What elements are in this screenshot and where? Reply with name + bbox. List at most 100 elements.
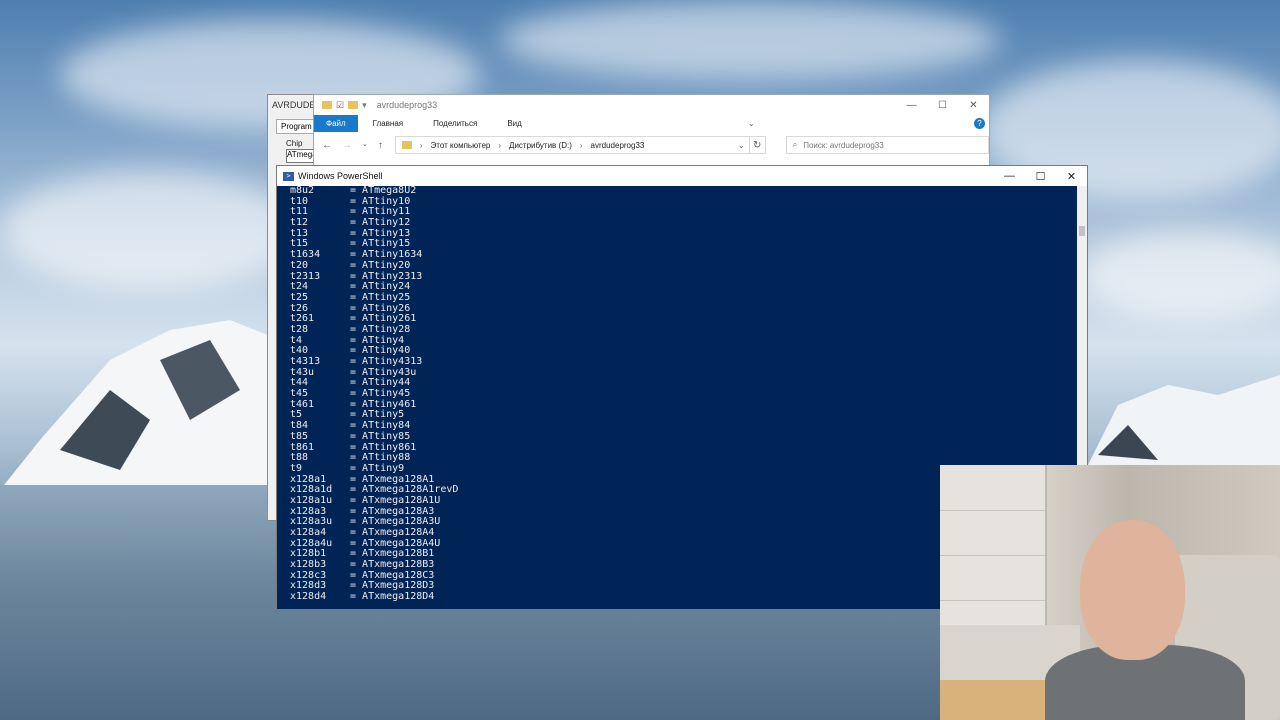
part-name: ATtiny15 (362, 238, 411, 250)
equals-sign: = (350, 516, 363, 528)
properties-icon[interactable]: ☑ (336, 100, 344, 111)
tab-file[interactable]: Файл (314, 115, 358, 132)
equals-sign: = (350, 249, 363, 261)
part-code: t20 (290, 259, 309, 271)
scrollbar-thumb[interactable] (1079, 226, 1085, 236)
maximize-button[interactable]: ☐ (927, 100, 958, 111)
equals-sign: = (350, 366, 363, 378)
equals-sign: = (350, 548, 363, 560)
refresh-button[interactable]: ↻ (749, 136, 766, 154)
equals-sign: = (350, 195, 363, 207)
part-name: ATtiny28 (362, 323, 411, 335)
part-name: ATtiny25 (362, 291, 411, 303)
equals-sign: = (350, 580, 363, 592)
cloud (0, 170, 300, 290)
part-name: ATtiny24 (362, 281, 411, 293)
part-name: ATtiny11 (362, 206, 411, 218)
equals-sign: = (350, 388, 363, 400)
part-name: ATxmega128A3 (362, 505, 435, 517)
part-name: ATtiny2313 (362, 270, 423, 282)
tab-view[interactable]: Вид (492, 119, 536, 128)
equals-sign: = (350, 452, 363, 464)
equals-sign: = (350, 238, 363, 250)
nav-buttons: ← → ⌄ ↑ (314, 140, 383, 151)
part-name: ATxmega128A1revD (362, 484, 459, 496)
close-button[interactable]: ✕ (1056, 170, 1087, 183)
part-code: t25 (290, 291, 309, 303)
tab-home[interactable]: Главная (358, 119, 418, 128)
part-name: ATmega8U2 (362, 185, 417, 196)
equals-sign: = (350, 494, 363, 506)
close-button[interactable]: ✕ (958, 100, 989, 111)
console-line: x128d4 = ATxmega128D4 (290, 591, 458, 603)
powershell-title: Windows PowerShell (298, 171, 383, 181)
part-name: ATxmega128A1U (362, 494, 441, 506)
equals-sign: = (350, 227, 363, 239)
part-name: ATtiny20 (362, 259, 411, 271)
help-icon[interactable]: ? (974, 118, 985, 129)
expand-ribbon-icon[interactable]: ⌄ (748, 119, 755, 128)
folder-icon (322, 101, 332, 109)
equals-sign: = (350, 484, 363, 496)
part-name: ATtiny45 (362, 388, 411, 400)
part-name: ATxmega128C3 (362, 569, 435, 581)
up-arrow-icon[interactable]: ↑ (378, 140, 383, 151)
minimize-button[interactable]: — (994, 170, 1025, 183)
snow-mountain-right (1088, 375, 1280, 465)
part-name: ATtiny85 (362, 430, 411, 442)
part-name: ATtiny43u (362, 366, 417, 378)
part-name: ATxmega128D4 (362, 591, 435, 603)
customize-dropdown-icon[interactable]: ▾ (362, 100, 367, 111)
part-name: ATtiny861 (362, 441, 417, 453)
equals-sign: = (350, 217, 363, 229)
equals-sign: = (350, 441, 363, 453)
powershell-icon: > (283, 171, 294, 181)
part-name: ATtiny9 (362, 462, 405, 474)
equals-sign: = (350, 591, 363, 603)
equals-sign: = (350, 313, 363, 325)
address-dropdown-icon[interactable]: ⌄ (738, 141, 749, 150)
new-folder-icon[interactable] (348, 101, 359, 109)
breadcrumb-item[interactable]: Этот компьютер (431, 141, 491, 150)
part-name: ATtiny13 (362, 227, 411, 239)
maximize-button[interactable]: ☐ (1025, 170, 1056, 183)
tab-share[interactable]: Поделиться (418, 119, 492, 128)
part-name: ATxmega128A3U (362, 516, 441, 528)
equals-sign: = (350, 356, 363, 367)
folder-icon (401, 141, 412, 149)
part-name: ATtiny461 (362, 398, 417, 410)
breadcrumb-item[interactable]: avrdudeprog33 (591, 141, 645, 150)
address-bar[interactable]: › Этот компьютер › Дистрибутив (D:) › av… (394, 136, 750, 154)
equals-sign: = (350, 334, 363, 346)
equals-sign: = (350, 291, 363, 303)
equals-sign: = (350, 537, 363, 549)
person-head (1080, 520, 1185, 660)
search-box[interactable]: ⌕ Поиск: avrdudeprog33 (785, 136, 990, 154)
equals-sign: = (350, 462, 363, 474)
equals-sign: = (350, 409, 363, 421)
part-code: x128d4 (290, 591, 327, 603)
equals-sign: = (350, 569, 363, 581)
equals-sign: = (350, 505, 363, 517)
part-name: ATxmega128D3 (362, 580, 435, 592)
window-controls: — ☐ ✕ (994, 170, 1087, 183)
explorer-window[interactable]: ☑ ▾ avrdudeprog33 — ☐ ✕ Файл Главная Под… (313, 94, 990, 172)
equals-sign: = (350, 377, 363, 389)
breadcrumb-item[interactable]: Дистрибутив (D:) (509, 141, 572, 150)
minimize-button[interactable]: — (896, 100, 927, 111)
equals-sign: = (350, 270, 363, 282)
tab-program[interactable]: Program (276, 119, 317, 134)
part-name: ATxmega128A1 (362, 473, 435, 485)
equals-sign: = (350, 527, 363, 538)
part-name: ATtiny10 (362, 195, 411, 207)
recent-dropdown-icon[interactable]: ⌄ (362, 140, 368, 151)
part-name: ATtiny88 (362, 452, 411, 464)
back-arrow-icon[interactable]: ← (322, 140, 332, 151)
console-output[interactable]: m8u2 = ATmega8U2 t10 = ATtiny10 t11 = ATtiny1… (290, 185, 459, 603)
part-name: ATtiny44 (362, 377, 411, 389)
equals-sign: = (350, 559, 363, 571)
search-input[interactable]: Поиск: avrdudeprog33 (803, 141, 883, 150)
forward-arrow-icon[interactable]: → (342, 140, 352, 151)
equals-sign: = (350, 259, 363, 271)
equals-sign: = (350, 302, 363, 314)
